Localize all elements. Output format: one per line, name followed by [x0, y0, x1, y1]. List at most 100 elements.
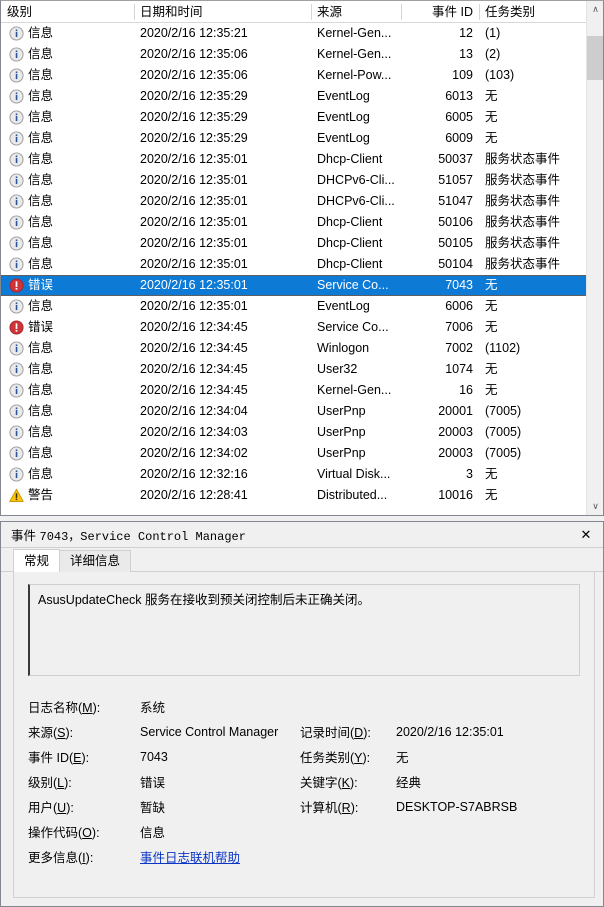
field-label2-post: ):	[362, 751, 371, 765]
cell-event-id: 50106	[438, 215, 473, 229]
cell-level: 信息	[1, 296, 134, 317]
field-label-secondary: 关键字(K):	[300, 772, 396, 791]
cell-event-id: 7043	[445, 278, 473, 292]
table-row[interactable]: 信息 2020/2/16 12:34:45 User32 1074 无	[1, 359, 603, 380]
cell-task-category: 无	[485, 299, 498, 313]
information-icon	[9, 89, 24, 104]
information-icon	[9, 299, 24, 314]
table-row[interactable]: 信息 2020/2/16 12:34:45 Kernel-Gen... 16 无	[1, 380, 603, 401]
close-icon[interactable]: ✕	[575, 525, 597, 545]
cell-date: 2020/2/16 12:35:01	[140, 299, 248, 313]
information-icon	[9, 299, 24, 314]
information-icon	[9, 152, 24, 167]
information-icon	[9, 131, 24, 146]
cell-event-id: 109	[452, 68, 473, 82]
scrollbar-track[interactable]	[587, 18, 603, 498]
cell-date: 2020/2/16 12:35:29	[140, 110, 248, 124]
column-header-source[interactable]: 来源	[311, 1, 401, 23]
table-row[interactable]: 信息 2020/2/16 12:35:01 EventLog 6006 无	[1, 296, 603, 317]
field-accelerator: Y	[354, 751, 363, 765]
field-value: 错误	[140, 776, 166, 790]
information-icon	[9, 236, 24, 251]
scrollbar-thumb[interactable]	[587, 36, 603, 80]
information-icon	[9, 47, 24, 62]
table-row[interactable]: 信息 2020/2/16 12:32:16 Virtual Disk... 3 无	[1, 464, 603, 485]
cell-event-id: 51047	[438, 194, 473, 208]
event-list-scrollbar[interactable]: ∧ ∨	[586, 1, 603, 515]
field-label-secondary: 计算机(R):	[300, 797, 396, 816]
table-row[interactable]: 信息 2020/2/16 12:34:02 UserPnp 20003 (7005)	[1, 443, 603, 464]
table-row[interactable]: 信息 2020/2/16 12:35:01 DHCPv6-Cli... 51057 服务…	[1, 170, 603, 191]
detail-title-event: 7043，Service Control Manager	[39, 530, 246, 544]
information-icon	[9, 152, 24, 167]
field-row: 日志名称(M): 系统	[28, 694, 580, 719]
event-detail-pane: 事件 7043，Service Control Manager ✕ 常规 详细信…	[0, 521, 604, 907]
tab-general[interactable]: 常规	[13, 549, 61, 572]
cell-level: 信息	[1, 44, 134, 65]
field-label-secondary: 任务类别(Y):	[300, 747, 396, 766]
table-row[interactable]: 信息 2020/2/16 12:35:01 Dhcp-Client 50106 服务状态…	[1, 212, 603, 233]
event-log-help-link[interactable]: 事件日志联机帮助	[140, 851, 240, 865]
column-header-task-category[interactable]: 任务类别	[479, 1, 584, 23]
tab-details[interactable]: 详细信息	[59, 550, 132, 572]
table-row[interactable]: 信息 2020/2/16 12:34:45 Winlogon 7002 (1102)	[1, 338, 603, 359]
cell-level: 信息	[1, 65, 134, 86]
cell-level: 信息	[1, 170, 134, 191]
cell-level-label: 信息	[28, 362, 54, 376]
field-label-post: ):	[66, 801, 74, 815]
cell-event-id: 10016	[438, 488, 473, 502]
column-header-date[interactable]: 日期和时间	[134, 1, 311, 23]
field-label-pre: 事件 ID(	[28, 751, 74, 765]
cell-task-category: 无	[485, 383, 498, 397]
table-row[interactable]: 信息 2020/2/16 12:35:01 Dhcp-Client 50104 服务状态…	[1, 254, 603, 275]
cell-level-label: 信息	[28, 194, 54, 208]
table-row[interactable]: 信息 2020/2/16 12:35:06 Kernel-Pow... 109 (103…	[1, 65, 603, 86]
cell-task-category: (2)	[485, 47, 501, 61]
cell-source: UserPnp	[317, 425, 366, 439]
cell-level: 信息	[1, 254, 134, 275]
cell-level: 信息	[1, 380, 134, 401]
cell-source: EventLog	[317, 110, 370, 124]
scroll-down-arrow-icon[interactable]: ∨	[587, 498, 603, 515]
error-icon	[9, 320, 24, 335]
cell-event-id: 6006	[445, 299, 473, 313]
table-row[interactable]: 信息 2020/2/16 12:35:29 EventLog 6009 无	[1, 128, 603, 149]
table-row[interactable]: 信息 2020/2/16 12:35:01 DHCPv6-Cli... 51047 服务…	[1, 191, 603, 212]
table-row[interactable]: 信息 2020/2/16 12:35:29 EventLog 6013 无	[1, 86, 603, 107]
cell-level: 信息	[1, 212, 134, 233]
cell-event-id: 7006	[445, 320, 473, 334]
scroll-up-arrow-icon[interactable]: ∧	[587, 1, 603, 18]
cell-task-category: 服务状态事件	[485, 215, 561, 229]
information-icon	[9, 257, 24, 272]
cell-task-category: 无	[485, 488, 498, 502]
table-row[interactable]: 信息 2020/2/16 12:35:21 Kernel-Gen... 12 (1)	[1, 23, 603, 44]
information-icon	[9, 26, 24, 41]
field-label-post: ):	[65, 726, 74, 740]
table-row[interactable]: 信息 2020/2/16 12:35:29 EventLog 6005 无	[1, 107, 603, 128]
column-header-level[interactable]: 级别	[1, 1, 134, 23]
cell-level-label: 错误	[28, 278, 54, 292]
table-row[interactable]: 错误 2020/2/16 12:35:01 Service Co... 7043 无	[1, 275, 603, 296]
cell-level: 信息	[1, 464, 134, 485]
field-label: 级别(L):	[28, 772, 140, 791]
table-row[interactable]: 信息 2020/2/16 12:34:03 UserPnp 20003 (7005)	[1, 422, 603, 443]
cell-level-label: 信息	[28, 236, 54, 250]
event-list-body[interactable]: 信息 2020/2/16 12:35:21 Kernel-Gen... 12 (1) 信息…	[1, 23, 603, 515]
table-row[interactable]: 警告 2020/2/16 12:28:41 Distributed... 10016 无	[1, 485, 603, 506]
column-header-event-id[interactable]: 事件 ID	[401, 1, 479, 23]
cell-level-label: 错误	[28, 320, 54, 334]
cell-task-category: 服务状态事件	[485, 194, 561, 208]
cell-level: 信息	[1, 128, 134, 149]
information-icon	[9, 215, 24, 230]
event-message[interactable]: AsusUpdateCheck 服务在接收到预关闭控制后未正确关闭。	[28, 584, 580, 676]
cell-source: User32	[317, 362, 358, 376]
table-row[interactable]: 信息 2020/2/16 12:35:01 Dhcp-Client 50037 服务状态…	[1, 149, 603, 170]
table-row[interactable]: 信息 2020/2/16 12:34:04 UserPnp 20001 (7005)	[1, 401, 603, 422]
table-row[interactable]: 信息 2020/2/16 12:35:01 Dhcp-Client 50105 服务状态…	[1, 233, 603, 254]
cell-task-category: 无	[485, 362, 498, 376]
more-info-row: 更多信息(I): 事件日志联机帮助	[28, 844, 580, 869]
information-icon	[9, 236, 24, 251]
table-row[interactable]: 信息 2020/2/16 12:35:06 Kernel-Gen... 13 (2)	[1, 44, 603, 65]
table-row[interactable]: 错误 2020/2/16 12:34:45 Service Co... 7006 无	[1, 317, 603, 338]
cell-level-label: 信息	[28, 299, 54, 313]
